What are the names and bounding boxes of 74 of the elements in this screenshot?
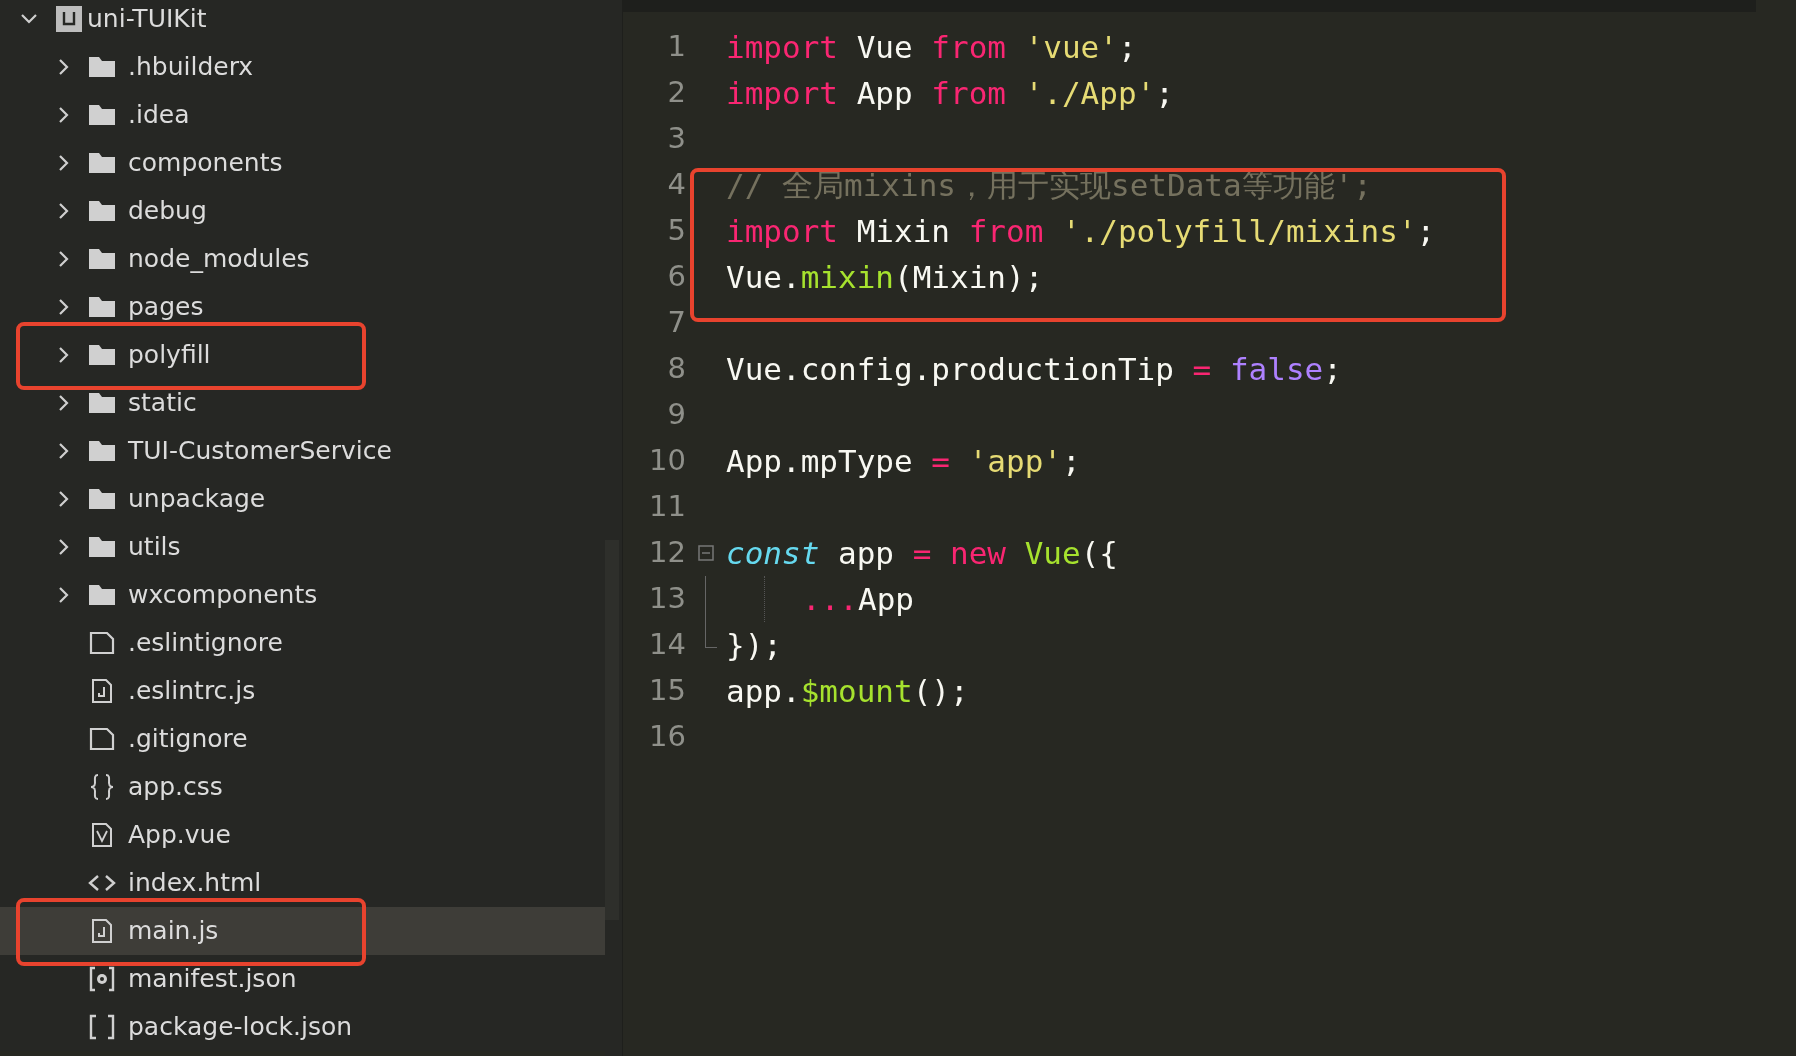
code-comment: // 全局mixins，用于实现setData等功能'; [726,165,1372,205]
code-line: import Vue from 'vue'; [726,27,1137,67]
folder-icon [88,152,116,174]
code-line: App.mpType = 'app'; [726,441,1081,481]
line-number: 11 [648,488,686,526]
tree-item[interactable]: App.vue [0,811,605,859]
line-number: 1 [666,28,686,66]
tree-item[interactable]: TUI-CustomerService [0,427,605,475]
line-number: 8 [666,350,686,388]
line-number: 3 [666,120,686,158]
code-line: Vue.config.productionTip = false; [726,349,1342,389]
tree-item[interactable]: .eslintignore [0,619,605,667]
tree-item[interactable]: app.css [0,763,605,811]
tree-item[interactable]: index.html [0,859,605,907]
tree-item[interactable]: .gitignore [0,715,605,763]
folder-icon [88,104,116,126]
code-line: Vue.mixin(Mixin); [726,257,1044,297]
code-brackets-icon [88,873,116,893]
vue-file-icon [91,822,113,848]
line-number: 7 [666,304,686,342]
tree-item[interactable]: .idea [0,91,605,139]
line-number: 5 [666,212,686,250]
tree-item[interactable]: manifest.json [0,955,605,1003]
tree-item[interactable]: .hbuilderx [0,43,605,91]
scrollbar-thumb[interactable] [605,540,619,920]
folder-icon [88,584,116,606]
tree-item[interactable]: wxcomponents [0,571,605,619]
line-number: 9 [666,396,686,434]
line-number: 4 [666,166,686,204]
code-line: const app = new Vue({ [726,533,1118,573]
folder-icon [88,488,116,510]
tree-item[interactable]: utils [0,523,605,571]
tree-item[interactable]: unpackage [0,475,605,523]
project-icon [56,6,82,32]
tree-item[interactable]: package-lock.json [0,1003,605,1051]
tree-item[interactable]: .eslintrc.js [0,667,605,715]
fold-minus-icon[interactable] [698,545,714,561]
folder-icon [88,440,116,462]
tree-item[interactable]: static [0,379,605,427]
line-number: 6 [666,258,686,296]
file-icon [89,727,115,751]
tree-item[interactable]: main.js [0,907,605,955]
code-line: import App from './App'; [726,73,1174,113]
code-line: }); [726,625,782,665]
line-number: 15 [648,672,686,710]
tree-item[interactable]: pages [0,283,605,331]
line-number: 10 [648,442,686,480]
tree-item[interactable]: debug [0,187,605,235]
folder-icon [88,56,116,78]
folder-icon [88,536,116,558]
tree-item[interactable]: node_modules [0,235,605,283]
script-file-icon [91,678,113,704]
folder-icon [88,296,116,318]
line-number: 12 [648,534,686,572]
code-line: import Mixin from './polyfill/mixins'; [726,211,1436,251]
braces-icon [89,773,115,801]
file-icon [89,631,115,655]
indent-guide [764,576,765,622]
project-name[interactable]: uni-TUIKit [87,0,207,38]
folder-icon [88,392,116,414]
line-number: 13 [648,580,686,618]
folder-icon [88,248,116,270]
square-brackets-icon [89,1014,115,1040]
code-line: ...App [802,579,914,619]
folder-icon [88,344,116,366]
line-number: 14 [648,626,686,664]
line-number: 16 [648,718,686,756]
folder-icon [88,200,116,222]
script-file-icon [91,918,113,944]
tree-item[interactable]: components [0,139,605,187]
gear-file-icon [89,966,115,992]
tree-item[interactable]: polyfill [0,331,605,379]
line-number: 2 [666,74,686,112]
code-line: app.$mount(); [726,671,969,711]
